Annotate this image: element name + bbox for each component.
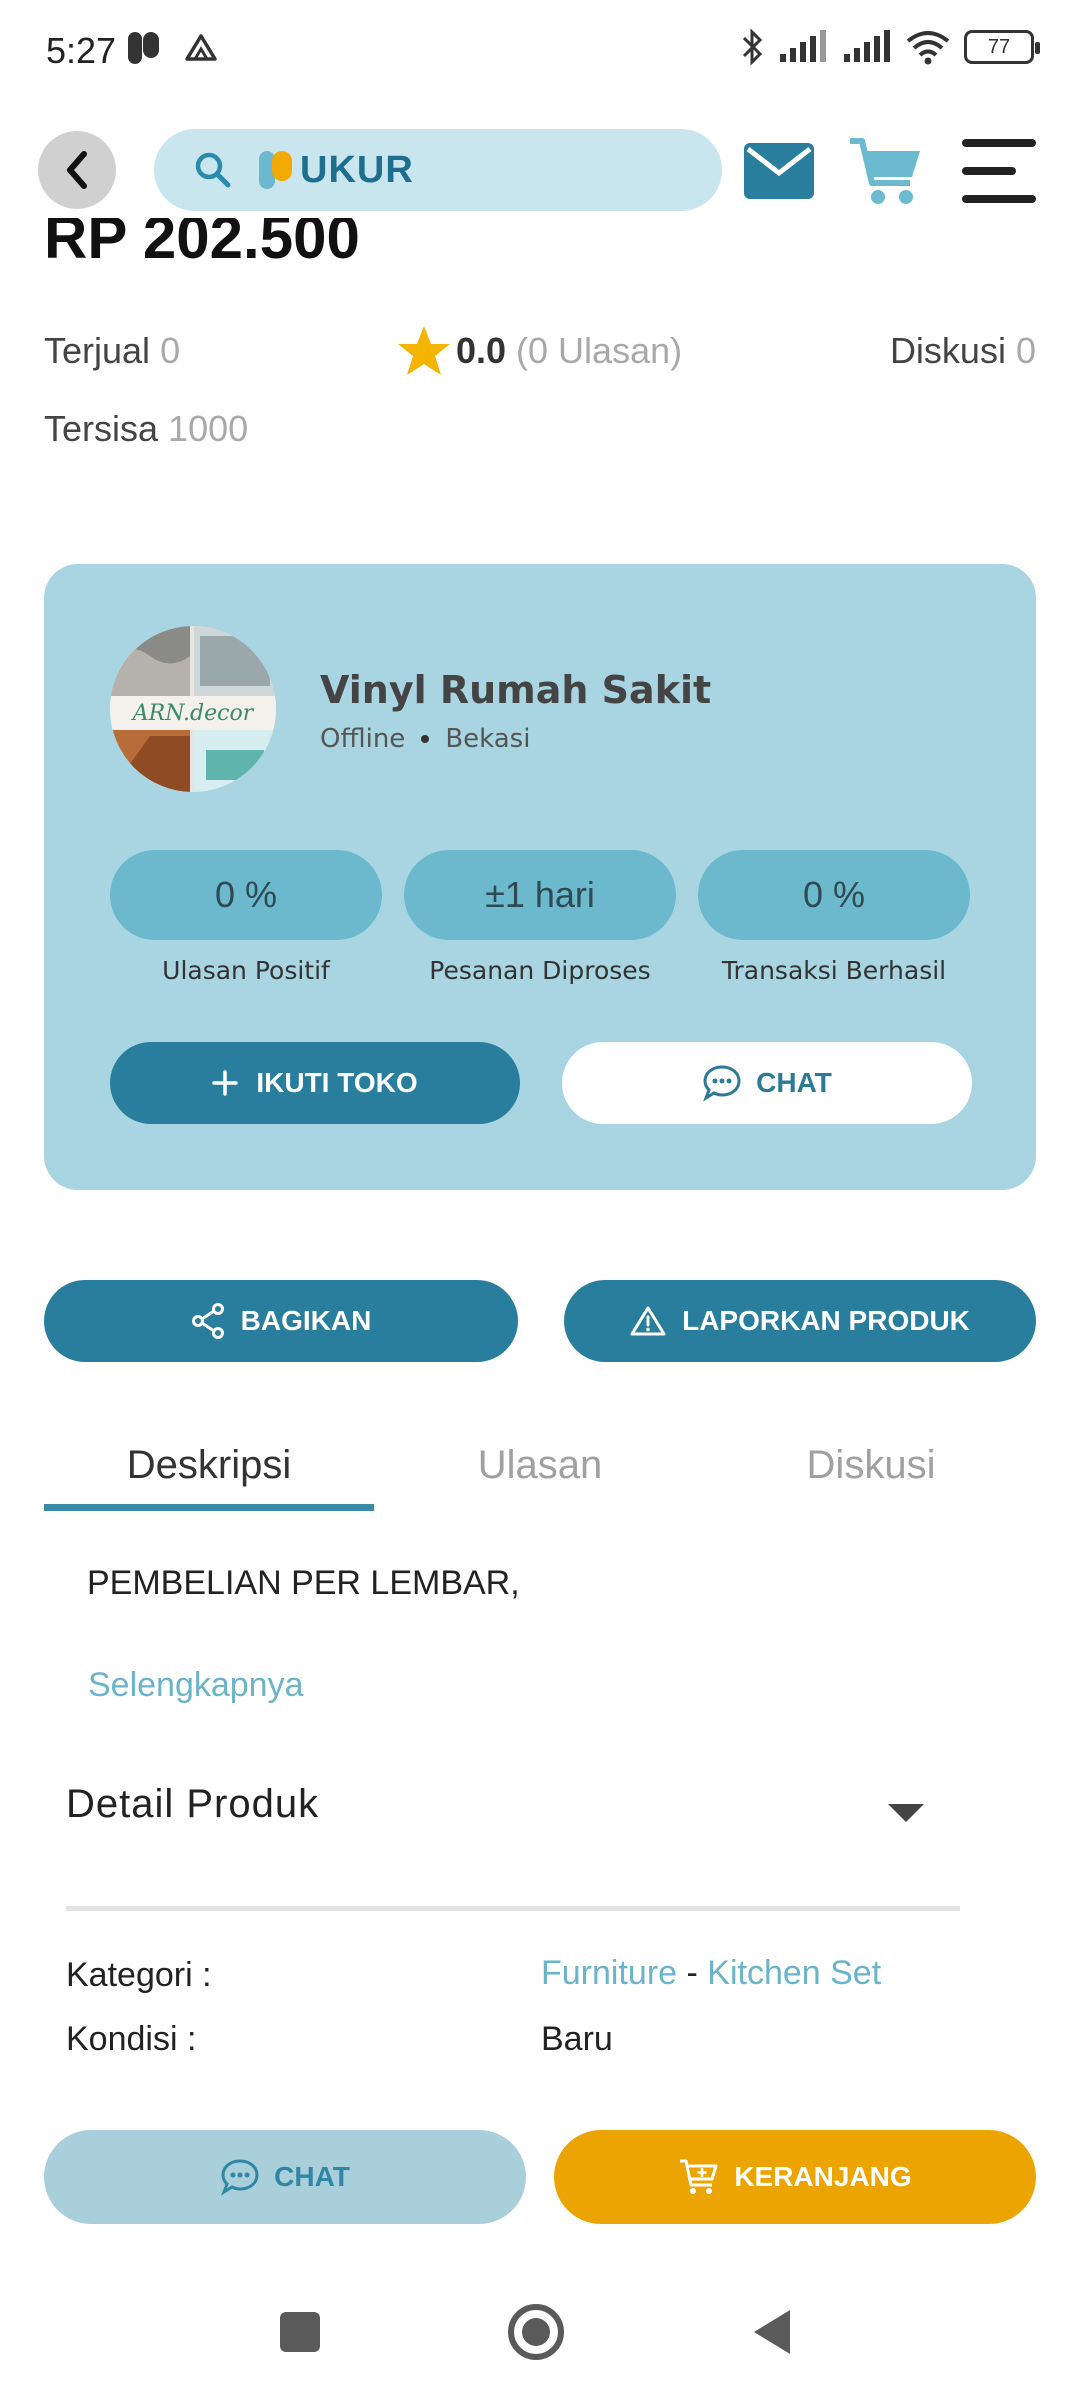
tab-discussion[interactable]: Diskusi xyxy=(706,1420,1036,1510)
wifi-icon xyxy=(906,31,950,65)
metric-label: Transaksi Berhasil xyxy=(721,956,947,985)
description-text: PEMBELIAN PER LEMBAR, xyxy=(87,1564,520,1602)
rating[interactable]: 0.0 (0 Ulasan) xyxy=(396,324,682,378)
drive-icon xyxy=(185,34,217,61)
ukur-logo: UKUR xyxy=(258,149,414,192)
condition-value: Baru xyxy=(541,2020,613,2058)
cart-icon[interactable] xyxy=(848,133,924,209)
chat-icon xyxy=(221,2159,259,2196)
divider xyxy=(66,1906,960,1911)
store-location: Bekasi xyxy=(445,724,531,754)
chevron-down-icon[interactable] xyxy=(886,1802,926,1824)
product-stats: Terjual 0 0.0 (0 Ulasan) Diskusi 0 xyxy=(44,326,1036,380)
category-separator: - xyxy=(677,1954,708,1992)
follow-store-button[interactable]: IKUTI TOKO xyxy=(110,1042,520,1124)
battery-level: 77 xyxy=(987,35,1011,58)
search-icon xyxy=(195,152,231,188)
metric-label: Ulasan Positif xyxy=(162,956,330,985)
plus-icon xyxy=(212,1070,239,1096)
metric-orders-processed: ±1 hari xyxy=(404,850,676,940)
metric-label: Pesanan Diproses xyxy=(429,956,651,985)
back-arrow-icon xyxy=(67,151,87,189)
warning-icon xyxy=(630,1306,666,1336)
home-icon xyxy=(522,2318,550,2346)
store-card: ARN.decor Vinyl Rumah Sakit Offline Beka… xyxy=(44,564,1036,1190)
category-main-link[interactable]: Furniture xyxy=(541,1954,677,1992)
category-label: Kategori : xyxy=(66,1956,212,1994)
star-icon xyxy=(398,326,450,375)
store-meta: Offline Bekasi xyxy=(320,724,530,754)
see-more-link[interactable]: Selengkapnya xyxy=(88,1666,304,1705)
bluetooth-icon xyxy=(742,28,763,66)
rating-value: 0.0 xyxy=(456,330,507,371)
review-count: (0 Ulasan) xyxy=(516,330,683,371)
nav-back-icon[interactable] xyxy=(752,2308,792,2356)
condition-label: Kondisi : xyxy=(66,2020,197,2058)
report-product-button[interactable]: LAPORKAN PRODUK xyxy=(564,1280,1036,1362)
sold-count: Terjual 0 xyxy=(44,330,181,371)
product-tabs: Deskripsi Ulasan Diskusi xyxy=(44,1420,1036,1511)
store-avatar[interactable]: ARN.decor xyxy=(110,626,276,792)
product-detail-header[interactable]: Detail Produk xyxy=(66,1782,319,1827)
status-bar: 5:27 77 xyxy=(0,0,1080,100)
product-price: RP 202.500 xyxy=(44,218,360,271)
remaining-stock: Tersisa 1000 xyxy=(44,408,249,449)
svg-text:ARN.decor: ARN.decor xyxy=(131,701,255,726)
add-to-cart-button[interactable]: KERANJANG xyxy=(554,2130,1036,2224)
back-button[interactable] xyxy=(38,131,116,209)
store-name[interactable]: Vinyl Rumah Sakit xyxy=(320,668,711,712)
bottom-chat-button[interactable]: CHAT xyxy=(44,2130,526,2224)
home-button[interactable] xyxy=(508,2304,564,2360)
signal-icon-2 xyxy=(844,30,890,62)
metric-positive-reviews: 0 % xyxy=(110,850,382,940)
category-value: Furniture - Kitchen Set xyxy=(541,1954,881,1993)
share-icon xyxy=(191,1303,224,1339)
signal-icon xyxy=(780,30,826,62)
app-header: UKUR xyxy=(0,125,1080,215)
separator-dot xyxy=(421,735,430,743)
mail-icon[interactable] xyxy=(742,141,816,201)
battery-indicator: 77 xyxy=(964,30,1040,64)
app-notification-icon xyxy=(128,32,159,64)
store-status: Offline xyxy=(320,724,406,754)
search-bar[interactable]: UKUR xyxy=(154,129,722,211)
recent-apps-button[interactable] xyxy=(280,2312,320,2352)
cart-plus-icon xyxy=(680,2159,718,2194)
category-sub-link[interactable]: Kitchen Set xyxy=(707,1954,881,1992)
logo-text: UKUR xyxy=(300,148,414,191)
tab-reviews[interactable]: Ulasan xyxy=(375,1420,705,1510)
active-tab-indicator xyxy=(44,1504,374,1511)
metric-successful-transactions: 0 % xyxy=(698,850,970,940)
discussion-count: Diskusi 0 xyxy=(889,330,1036,371)
tab-description[interactable]: Deskripsi xyxy=(44,1420,374,1510)
chat-icon xyxy=(703,1065,741,1102)
store-chat-button[interactable]: CHAT xyxy=(562,1042,972,1124)
store-avatar-image: ARN.decor xyxy=(110,626,276,792)
ukur-logo-mark xyxy=(259,151,292,189)
share-button[interactable]: BAGIKAN xyxy=(44,1280,518,1362)
menu-icon[interactable] xyxy=(962,137,1036,205)
status-time: 5:27 xyxy=(46,30,117,71)
